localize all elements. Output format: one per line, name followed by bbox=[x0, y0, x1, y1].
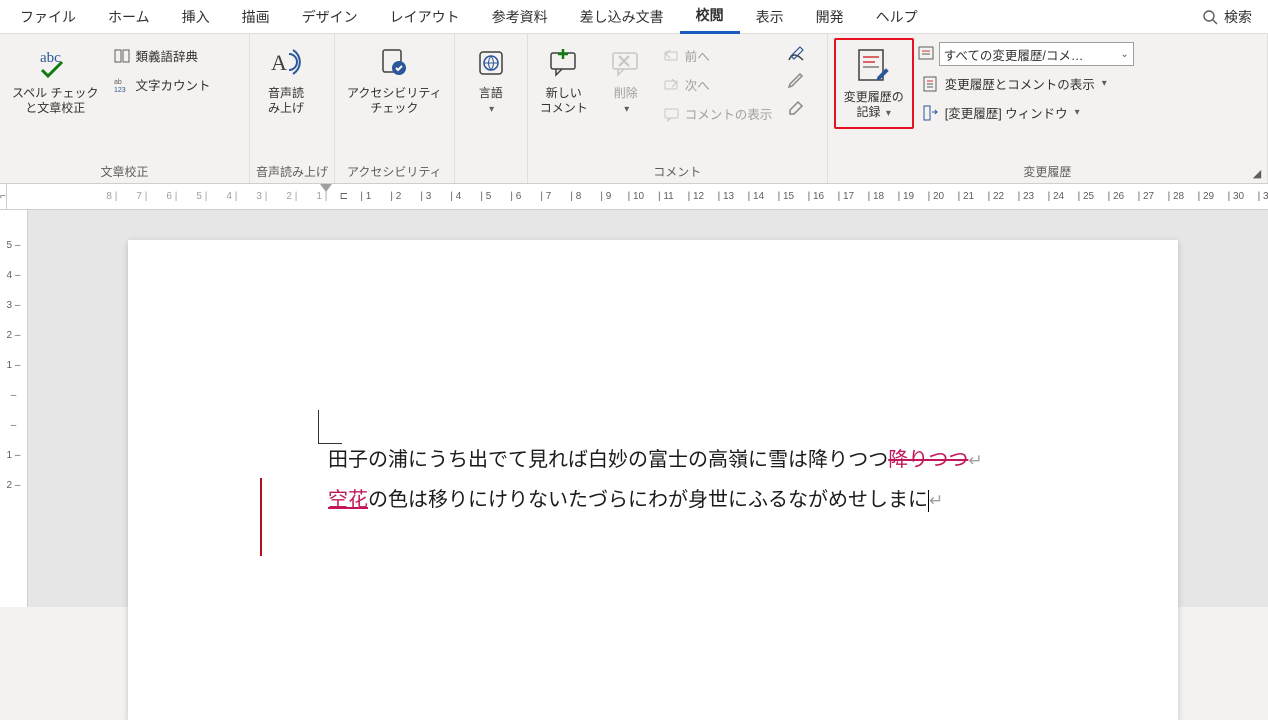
document-page[interactable]: 田子の浦にうち出でて見れば白妙の富士の高嶺に雪は降りつつ降りつつ↵ 空花の色は移… bbox=[128, 240, 1178, 720]
spellcheck-icon: abc bbox=[36, 42, 74, 84]
group-speech: A 音声読 み上げ 音声読み上げ bbox=[250, 34, 335, 183]
ribbon: abc スペル チェック と文章校正 類義語辞典 ab123 文字カウント 文章… bbox=[0, 34, 1268, 184]
newcomment-button[interactable]: 新しい コメント bbox=[534, 38, 594, 120]
wordcount-icon: ab123 bbox=[113, 76, 131, 94]
change-bar bbox=[260, 478, 262, 556]
chevron-down-icon: ⌄ bbox=[1120, 49, 1128, 60]
thesaurus-icon bbox=[113, 47, 131, 65]
svg-text:A: A bbox=[271, 50, 287, 75]
indent-marker-icon[interactable] bbox=[320, 184, 332, 192]
prev-icon bbox=[664, 48, 680, 64]
prevcomment-button: 前へ bbox=[660, 44, 777, 67]
reviewpane-icon bbox=[922, 104, 940, 122]
chevron-down-icon: ▾ bbox=[886, 108, 891, 119]
deletecomment-button: 削除▾ bbox=[596, 38, 656, 121]
search-box[interactable]: 検索 bbox=[1190, 7, 1264, 27]
inserted-text: 空花 bbox=[328, 489, 368, 511]
trackchanges-icon bbox=[853, 46, 895, 88]
dialog-launcher[interactable]: ◢ bbox=[1250, 166, 1264, 180]
showcomments-icon bbox=[664, 106, 680, 122]
markup-icon bbox=[922, 75, 940, 93]
tab-insert[interactable]: 挿入 bbox=[166, 0, 226, 34]
thesaurus-button[interactable]: 類義語辞典 bbox=[109, 44, 215, 67]
spelling-button[interactable]: abc スペル チェック と文章校正 bbox=[6, 38, 105, 120]
tab-file[interactable]: ファイル bbox=[4, 0, 92, 34]
chevron-down-icon: ▾ bbox=[1075, 107, 1080, 118]
readaloud-button[interactable]: A 音声読 み上げ bbox=[256, 38, 316, 120]
pilcrow-icon: ↵ bbox=[929, 491, 943, 510]
next-icon bbox=[664, 77, 680, 93]
tab-review[interactable]: 校閲 bbox=[680, 0, 740, 34]
horizontal-ruler[interactable]: ⌐ 8 |7 |6 |5 |4 |3 |2 |1 |⊏| 1| 2| 3| 4|… bbox=[0, 184, 1268, 210]
vertical-ruler[interactable]: 5 –4 –3 –2 –1 –––1 –2 – bbox=[0, 210, 28, 607]
search-label: 検索 bbox=[1224, 7, 1252, 27]
tab-references[interactable]: 参考資料 bbox=[476, 0, 564, 34]
ruler-corner: ⌐ bbox=[0, 184, 7, 209]
language-button[interactable]: 言語▾ bbox=[461, 38, 521, 121]
chevron-down-icon: ▾ bbox=[1102, 78, 1107, 89]
reviewpane-button[interactable]: [変更履歴] ウィンドウ ▾ bbox=[918, 101, 1134, 124]
pen-icon[interactable] bbox=[786, 70, 806, 90]
doc-line-2[interactable]: 空花の色は移りにけりないたづらにわが身世にふるながめせしまに↵ bbox=[328, 480, 1178, 520]
showmarkup-button[interactable]: 変更履歴とコメントの表示 ▾ bbox=[918, 72, 1134, 95]
accessibility-button[interactable]: アクセシビリティ チェック bbox=[341, 38, 448, 120]
svg-text:abc: abc bbox=[40, 50, 61, 66]
tab-help[interactable]: ヘルプ bbox=[860, 0, 934, 34]
group-accessibility: アクセシビリティ チェック アクセシビリティ bbox=[335, 34, 455, 183]
paragraph-indent-mark bbox=[318, 410, 342, 444]
nextcomment-button: 次へ bbox=[660, 73, 777, 96]
readaloud-icon: A bbox=[267, 42, 305, 84]
svg-text:ab: ab bbox=[114, 79, 122, 86]
wordcount-button[interactable]: ab123 文字カウント bbox=[109, 73, 215, 96]
trackchanges-button[interactable]: 変更履歴の 記録 ▾ bbox=[834, 38, 914, 129]
newcomment-icon bbox=[546, 42, 582, 84]
eraser-icon[interactable] bbox=[786, 96, 806, 116]
accessibility-icon bbox=[375, 42, 413, 84]
group-language: 言語▾ bbox=[455, 34, 528, 183]
document-body[interactable]: 田子の浦にうち出でて見れば白妙の富士の高嶺に雪は降りつつ降りつつ↵ 空花の色は移… bbox=[218, 440, 1178, 520]
deletecomment-icon bbox=[608, 42, 644, 84]
display-icon bbox=[918, 45, 936, 63]
tab-view[interactable]: 表示 bbox=[740, 0, 800, 34]
group-label: 文章校正 bbox=[6, 160, 243, 183]
group-tracking: 変更履歴の 記録 ▾ すべての変更履歴/コメ… ⌄ 変更履歴とコメントの表示 ▾ bbox=[828, 34, 1268, 183]
pilcrow-icon: ↵ bbox=[968, 451, 982, 470]
tab-design[interactable]: デザイン bbox=[286, 0, 374, 34]
doc-line-1[interactable]: 田子の浦にうち出でて見れば白妙の富士の高嶺に雪は降りつつ降りつつ↵ bbox=[328, 440, 1178, 480]
tab-draw[interactable]: 描画 bbox=[226, 0, 286, 34]
ink-icon[interactable] bbox=[786, 44, 806, 64]
tab-home[interactable]: ホーム bbox=[92, 0, 166, 34]
display-for-review-combo[interactable]: すべての変更履歴/コメ… ⌄ bbox=[939, 42, 1134, 66]
ribbon-tabs: ファイル ホーム 挿入 描画 デザイン レイアウト 参考資料 差し込み文書 校閲… bbox=[0, 0, 1268, 34]
group-comments: 新しい コメント 削除▾ 前へ 次へ コメントの表示 bbox=[528, 34, 828, 183]
group-proofing: abc スペル チェック と文章校正 類義語辞典 ab123 文字カウント 文章… bbox=[0, 34, 250, 183]
showcomments-button: コメントの表示 bbox=[660, 102, 777, 125]
tab-layout[interactable]: レイアウト bbox=[374, 0, 476, 34]
chevron-down-icon: ▾ bbox=[489, 104, 494, 115]
search-icon bbox=[1202, 9, 1218, 25]
language-icon bbox=[474, 42, 508, 84]
tab-developer[interactable]: 開発 bbox=[800, 0, 860, 34]
tab-mailings[interactable]: 差し込み文書 bbox=[564, 0, 680, 34]
deleted-text: 降りつつ bbox=[888, 449, 968, 471]
svg-text:123: 123 bbox=[114, 87, 126, 94]
